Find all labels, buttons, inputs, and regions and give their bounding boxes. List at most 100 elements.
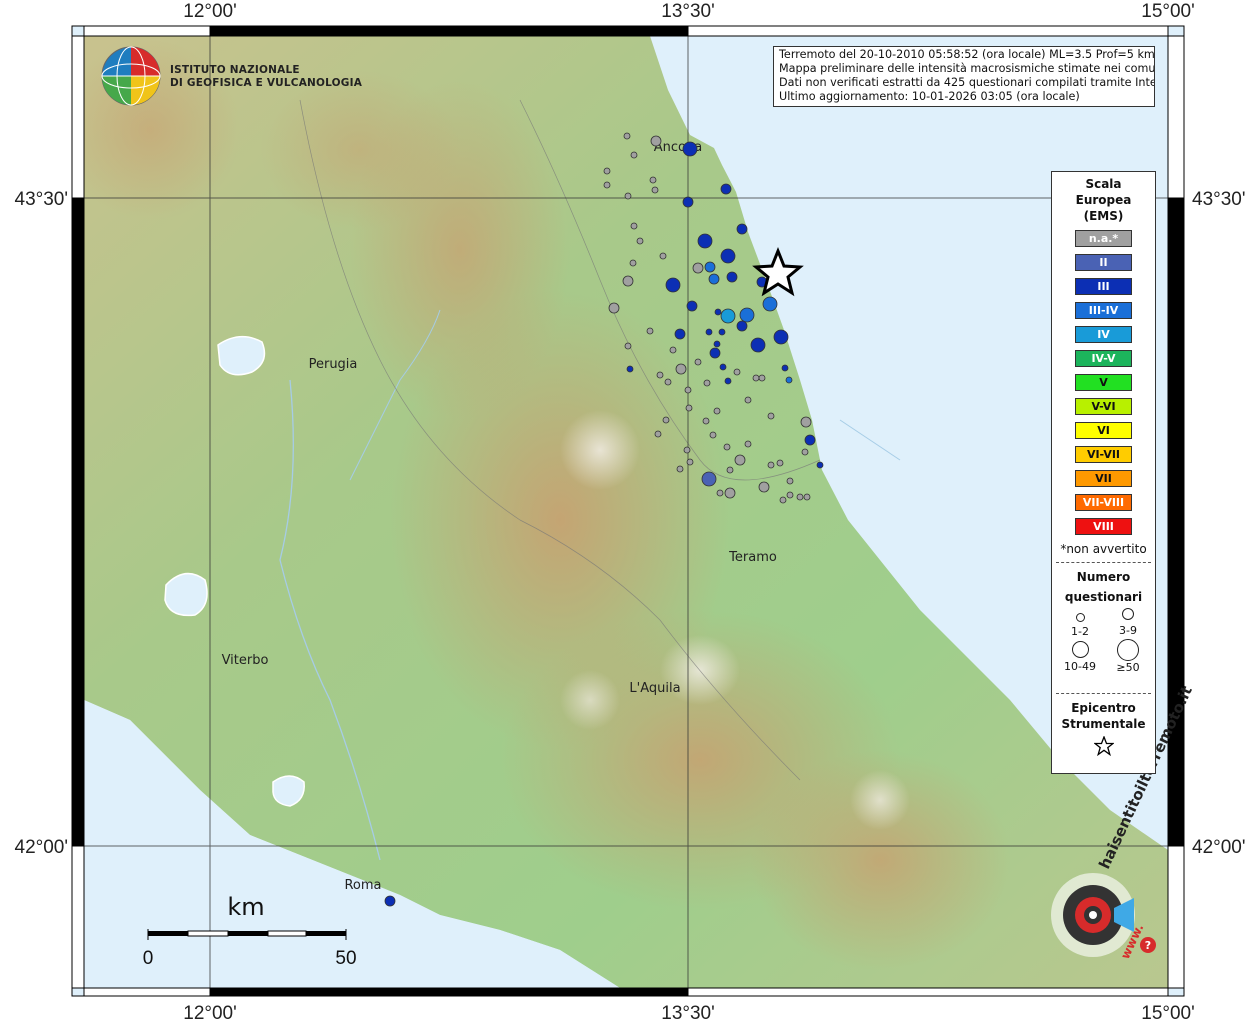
legend-epicenter-title-1: Epicentro: [1071, 701, 1136, 715]
questionnaire-point: [736, 223, 748, 235]
questionnaire-point: [733, 368, 741, 376]
questionnaire-point: [665, 277, 681, 293]
questionnaire-point: [776, 459, 784, 467]
questionnaire-point: [720, 248, 736, 264]
questionnaire-point: [674, 328, 686, 340]
questionnaire-point: [719, 363, 727, 371]
questionnaire-point: [384, 895, 396, 907]
questionnaire-point: [701, 471, 717, 487]
questionnaire-point: [608, 302, 620, 314]
questionnaire-point: [739, 307, 755, 323]
legend-class-0: n.a.*: [1075, 230, 1132, 247]
scale-min: 0: [143, 948, 154, 969]
questionnaire-point: [785, 376, 793, 384]
questionnaire-point: [767, 412, 775, 420]
questionnaire-point: [697, 233, 713, 249]
questionnaire-point: [720, 308, 736, 324]
legend-epicenter-title-2: Strumentale: [1061, 717, 1146, 731]
lat-label-left-1: 43°30': [15, 189, 69, 210]
questionnaire-point: [624, 342, 632, 350]
scale-unit: km: [227, 893, 264, 921]
questionnaire-point: [750, 337, 766, 353]
info-line-1: Terremoto del 20-10-2010 05:58:52 (ora l…: [779, 48, 1155, 61]
legend-star-icon: [1052, 735, 1155, 759]
questionnaire-point: [646, 327, 654, 335]
questionnaire-point: [713, 340, 721, 348]
legend-sizes: 1-2 3-9 10-49 ≥50: [1052, 605, 1155, 674]
legend-class-3: III-IV: [1075, 302, 1132, 319]
legend-count-title-2: questionari: [1064, 590, 1143, 604]
legend-title-1: Scala: [1085, 177, 1122, 191]
questionnaire-point: [816, 461, 824, 469]
city-teramo: Teramo: [728, 550, 777, 565]
questionnaire-point: [684, 386, 692, 394]
questionnaire-point: [686, 300, 698, 312]
questionnaire-point: [736, 320, 748, 332]
legend-class-4: IV: [1075, 326, 1132, 343]
questionnaire-point: [686, 458, 694, 466]
legend-swatches: n.a.* II III III-IV IV IV-V V V-VI VI VI-VII VII VI…: [1052, 230, 1155, 535]
questionnaire-point: [664, 378, 672, 386]
questionnaire-point: [767, 461, 775, 469]
questionnaire-point: [709, 431, 717, 439]
lat-label-right-2: 42°00': [1192, 837, 1246, 858]
svg-text:?: ?: [1145, 939, 1151, 952]
questionnaire-point: [682, 141, 698, 157]
questionnaire-point: [630, 222, 638, 230]
questionnaire-point: [669, 346, 677, 354]
questionnaire-point: [636, 237, 644, 245]
legend: Scala Europea (EMS) n.a.* II III III-IV IV IV…: [1051, 171, 1156, 774]
info-box: Terremoto del 20-10-2010 05:58:52 (ora l…: [773, 46, 1155, 107]
questionnaire-point: [702, 417, 710, 425]
questionnaire-point: [654, 430, 662, 438]
questionnaire-point: [622, 275, 634, 287]
questionnaire-point: [624, 192, 632, 200]
questionnaire-point: [682, 196, 694, 208]
questionnaire-point: [718, 328, 726, 336]
size-3-9: 3-9: [1108, 608, 1148, 637]
questionnaire-point: [801, 448, 809, 456]
questionnaire-point: [683, 446, 691, 454]
questionnaire-point: [720, 183, 732, 195]
questionnaire-point: [796, 493, 804, 501]
questionnaire-point: [779, 496, 787, 504]
legend-class-5: IV-V: [1075, 350, 1132, 367]
questionnaire-point: [703, 379, 711, 387]
legend-title-2: Europea: [1075, 193, 1132, 207]
questionnaire-point: [650, 135, 662, 147]
lon-label-bottom-3: 15°00': [1141, 1003, 1195, 1024]
legend-title-3: (EMS): [1083, 209, 1124, 223]
questionnaire-point: [656, 371, 664, 379]
questionnaire-point: [744, 440, 752, 448]
legend-class-7: V-VI: [1075, 398, 1132, 415]
size-10-49: 10-49: [1060, 641, 1100, 673]
city-roma: Roma: [344, 878, 381, 893]
questionnaire-point: [659, 252, 667, 260]
questionnaire-point: [623, 132, 631, 140]
questionnaire-point: [675, 363, 687, 375]
questionnaire-point: [626, 365, 634, 373]
questionnaire-point: [726, 466, 734, 474]
legend-class-6: V: [1075, 374, 1132, 391]
ingv-logo-icon: [101, 46, 161, 106]
logo-line-2: DI GEOFISICA E VULCANOLOGIA: [170, 77, 363, 89]
ingv-logo-text: ISTITUTO NAZIONALE DI GEOFISICA E VULCAN…: [170, 64, 362, 90]
legend-count-title-1: Numero: [1076, 570, 1131, 584]
logo-line-1: ISTITUTO NAZIONALE: [170, 64, 300, 76]
lon-label-top-1: 12°00': [183, 1, 237, 22]
lat-label-right-1: 43°30': [1192, 189, 1246, 210]
info-line-2: Mappa preliminare delle intensità macros…: [779, 62, 1155, 75]
questionnaire-point: [692, 262, 704, 274]
info-line-4: Ultimo aggiornamento: 10-01-2026 03:05 (…: [779, 90, 1080, 103]
questionnaire-point: [704, 261, 716, 273]
questionnaire-point: [758, 481, 770, 493]
questionnaire-point: [762, 296, 778, 312]
questionnaire-point: [803, 493, 811, 501]
size-50-plus: ≥50: [1108, 639, 1148, 674]
lon-label-bottom-2: 13°30': [661, 1003, 715, 1024]
legend-class-1: II: [1075, 254, 1132, 271]
questionnaire-point: [758, 374, 766, 382]
questionnaire-point: [705, 328, 713, 336]
legend-class-10: VII: [1075, 470, 1132, 487]
questionnaire-point: [629, 259, 637, 267]
